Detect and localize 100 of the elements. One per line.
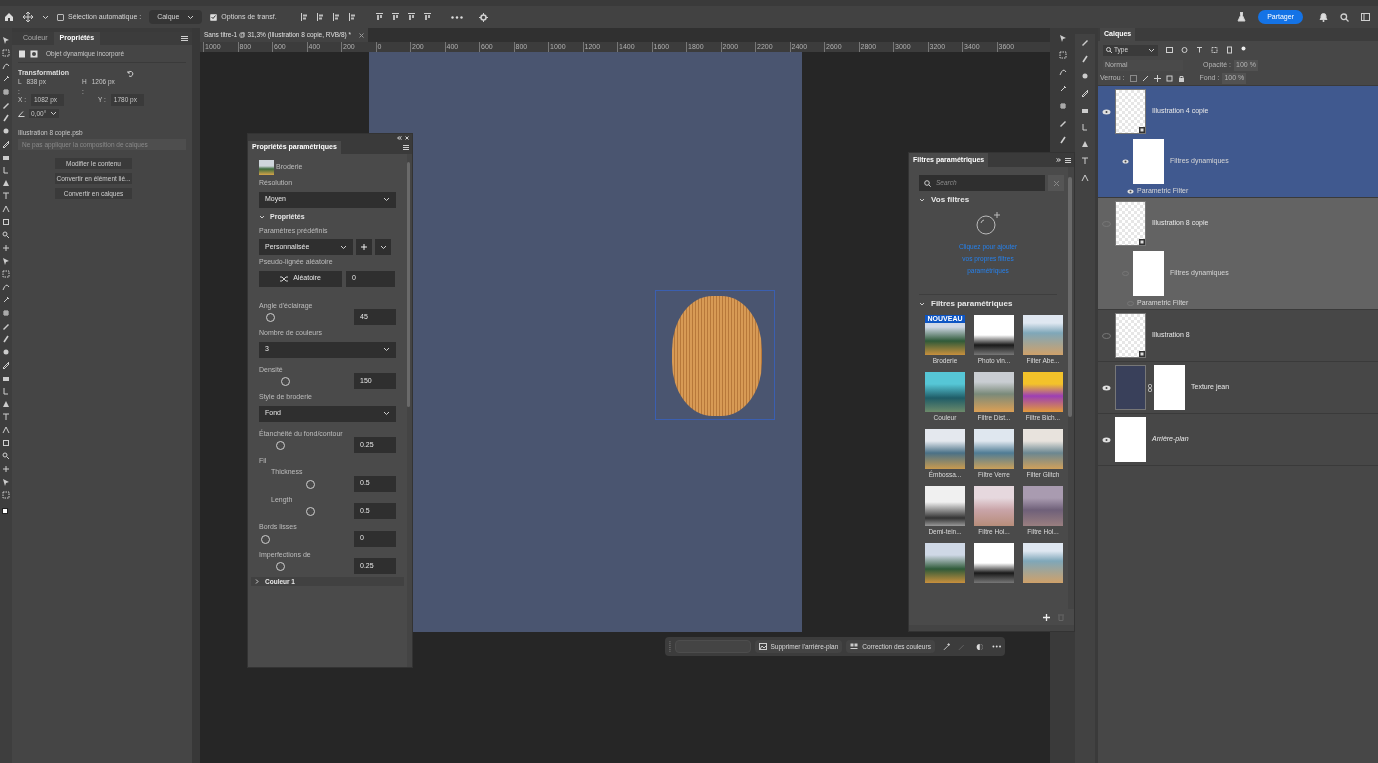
filter-thumbnail[interactable] bbox=[974, 315, 1014, 355]
eye-icon[interactable] bbox=[1102, 108, 1111, 115]
workspace-icon[interactable] bbox=[1361, 13, 1370, 21]
align-icon[interactable] bbox=[332, 13, 340, 21]
add-filter-icon[interactable] bbox=[975, 211, 1001, 235]
menu-icon[interactable] bbox=[181, 36, 188, 41]
foreground-color-swatch[interactable] bbox=[1, 508, 8, 514]
distribute-icon[interactable] bbox=[391, 13, 399, 21]
collapse-icon[interactable] bbox=[1056, 158, 1061, 162]
filter-thumbnail bbox=[259, 159, 274, 175]
checkmark-icon bbox=[211, 15, 217, 19]
filter-thumbnail[interactable] bbox=[974, 543, 1014, 583]
move-tool-icon[interactable] bbox=[22, 12, 34, 22]
panel-icon[interactable] bbox=[1080, 89, 1090, 98]
caret-icon bbox=[187, 14, 195, 20]
smart-object-badge-icon bbox=[1139, 127, 1145, 133]
filter-thumbnail[interactable] bbox=[974, 486, 1014, 526]
distribute-icon[interactable] bbox=[375, 13, 383, 21]
tool-icon[interactable] bbox=[2, 231, 10, 239]
smart-object-badge-icon bbox=[1139, 351, 1145, 357]
tool-icon[interactable] bbox=[2, 361, 10, 369]
layer-mask-thumbnail bbox=[1154, 365, 1185, 410]
menu-icon[interactable] bbox=[1065, 158, 1071, 163]
filter-thumbnail[interactable] bbox=[925, 429, 965, 469]
tool-icon[interactable] bbox=[2, 192, 10, 200]
chevron-down-icon bbox=[340, 244, 347, 250]
bell-icon[interactable] bbox=[1319, 12, 1328, 22]
tool-icon[interactable] bbox=[2, 75, 10, 83]
more-icon[interactable] bbox=[450, 15, 463, 19]
eye-icon[interactable] bbox=[1121, 159, 1129, 164]
align-icon[interactable] bbox=[316, 13, 324, 21]
filter-thumbnail[interactable] bbox=[1023, 372, 1063, 412]
tool-icon[interactable] bbox=[2, 88, 10, 96]
filter-thumbnail[interactable] bbox=[974, 372, 1014, 412]
filter-thumbnail[interactable] bbox=[1023, 543, 1063, 583]
image-icon bbox=[758, 643, 767, 650]
panel-icon[interactable] bbox=[1058, 85, 1068, 94]
chevron-down-icon bbox=[919, 301, 925, 307]
settings-icon[interactable] bbox=[478, 12, 488, 22]
mask-icon bbox=[30, 49, 38, 58]
eye-icon[interactable] bbox=[1102, 436, 1111, 443]
more-icon[interactable] bbox=[991, 645, 1001, 648]
align-icon[interactable] bbox=[300, 13, 308, 21]
lock-option-icon[interactable] bbox=[1177, 75, 1185, 82]
link-icon[interactable] bbox=[1148, 383, 1152, 392]
sparkle-icon[interactable] bbox=[942, 642, 951, 651]
eye-icon[interactable] bbox=[1102, 384, 1111, 391]
add-button[interactable] bbox=[356, 239, 372, 255]
tool-icon[interactable] bbox=[2, 244, 10, 252]
checkbox[interactable] bbox=[210, 13, 218, 21]
chevron-down-icon bbox=[383, 347, 390, 352]
caret-icon bbox=[42, 14, 49, 20]
caret-icon bbox=[1148, 47, 1155, 53]
filter-thumbnail[interactable] bbox=[1023, 486, 1063, 526]
section-header[interactable]: Filtres paramétriques bbox=[919, 297, 1065, 311]
angle-icon bbox=[18, 110, 25, 117]
lock-option-icon[interactable] bbox=[1165, 75, 1173, 82]
checkbox[interactable] bbox=[57, 13, 64, 21]
smart-object-badge-icon bbox=[1139, 239, 1145, 245]
menu-icon[interactable] bbox=[403, 145, 409, 150]
filter-thumbnail[interactable] bbox=[925, 372, 965, 412]
tool-icon[interactable] bbox=[2, 140, 10, 148]
scrollbar-thumb[interactable] bbox=[407, 162, 410, 407]
plus-icon[interactable] bbox=[1043, 613, 1050, 621]
panel-icon[interactable] bbox=[1058, 102, 1068, 111]
close-icon[interactable] bbox=[405, 135, 409, 140]
filter-thumbnail[interactable] bbox=[1023, 315, 1063, 355]
lock-option-icon[interactable] bbox=[1153, 75, 1161, 82]
filter-thumbnail[interactable] bbox=[974, 429, 1014, 469]
reset-icon[interactable] bbox=[127, 69, 134, 77]
panel-icon[interactable] bbox=[1080, 157, 1090, 166]
tool-icon[interactable] bbox=[2, 309, 10, 317]
contrast-icon[interactable] bbox=[976, 642, 984, 651]
filter-mask-thumbnail bbox=[1133, 251, 1164, 296]
flask-icon[interactable] bbox=[1237, 12, 1247, 22]
tool-icon[interactable] bbox=[2, 465, 10, 473]
distribute-icon[interactable] bbox=[423, 13, 431, 21]
filter-thumbnail[interactable] bbox=[925, 543, 965, 583]
color-adjust-icon bbox=[850, 643, 859, 650]
panel-icon[interactable] bbox=[1080, 174, 1090, 183]
search-icon[interactable] bbox=[1340, 12, 1349, 22]
filter-thumbnail[interactable] bbox=[1023, 429, 1063, 469]
filter-thumbnail[interactable] bbox=[925, 486, 965, 526]
layer-thumbnail bbox=[1115, 365, 1146, 410]
tool-icon[interactable] bbox=[2, 413, 10, 421]
tool-icon[interactable] bbox=[2, 296, 10, 304]
scrollbar-thumb[interactable] bbox=[1068, 177, 1072, 417]
layer-filter-icon[interactable] bbox=[1196, 46, 1203, 54]
chevron-down-icon bbox=[383, 411, 390, 416]
section-header[interactable]: Vos filtres bbox=[919, 193, 1065, 207]
distribute-icon[interactable] bbox=[407, 13, 415, 21]
home-icon[interactable] bbox=[4, 12, 14, 22]
tool-icon[interactable] bbox=[2, 452, 10, 460]
collapse-icon[interactable] bbox=[397, 135, 402, 140]
chevron-down-icon bbox=[259, 215, 265, 220]
search-icon bbox=[1106, 47, 1112, 53]
chevron-down-icon bbox=[919, 197, 925, 203]
align-icon[interactable] bbox=[348, 13, 356, 21]
chevron-down-icon bbox=[383, 197, 390, 202]
eye-icon[interactable] bbox=[1127, 188, 1134, 194]
